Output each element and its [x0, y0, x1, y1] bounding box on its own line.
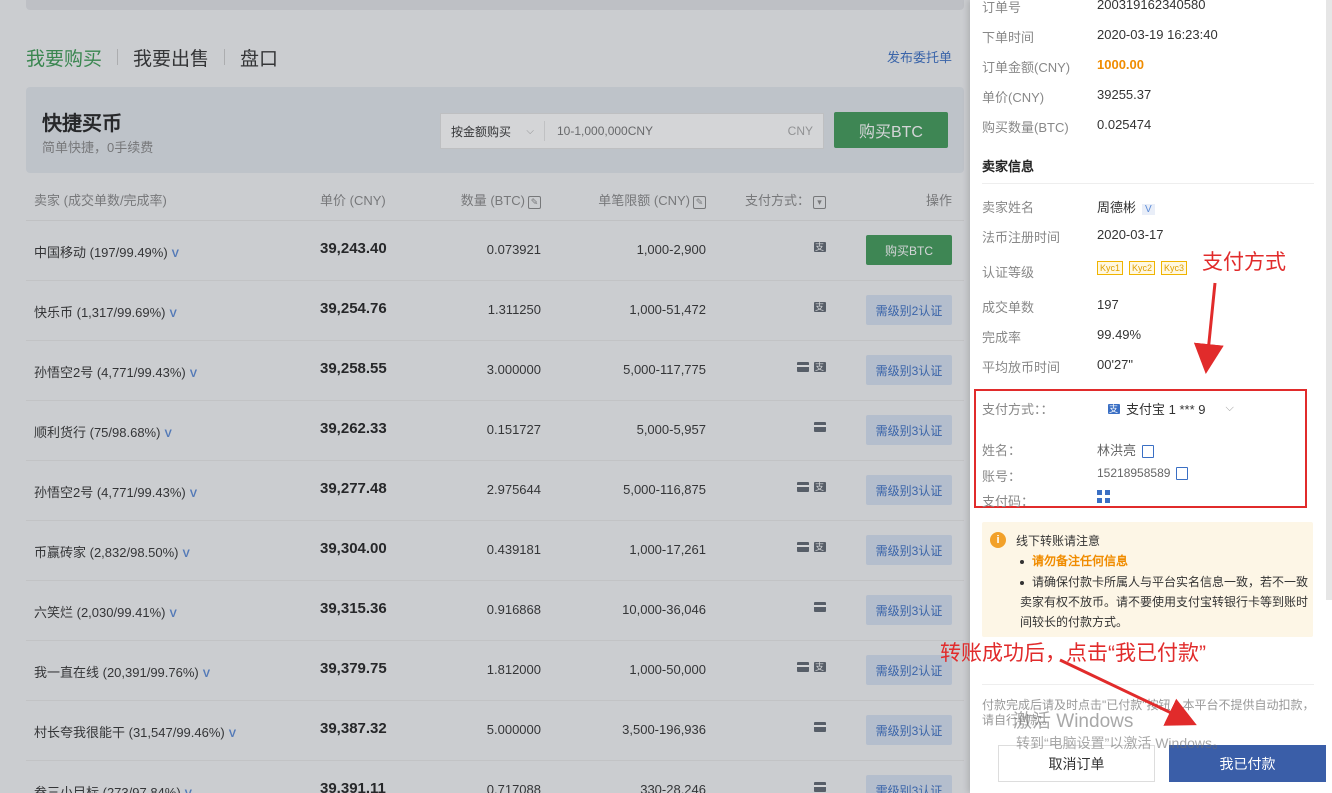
annotation-arrows [1059, 282, 1224, 726]
arrow-to-paid-button [1059, 658, 1197, 726]
arrow-to-payment [1193, 282, 1224, 374]
